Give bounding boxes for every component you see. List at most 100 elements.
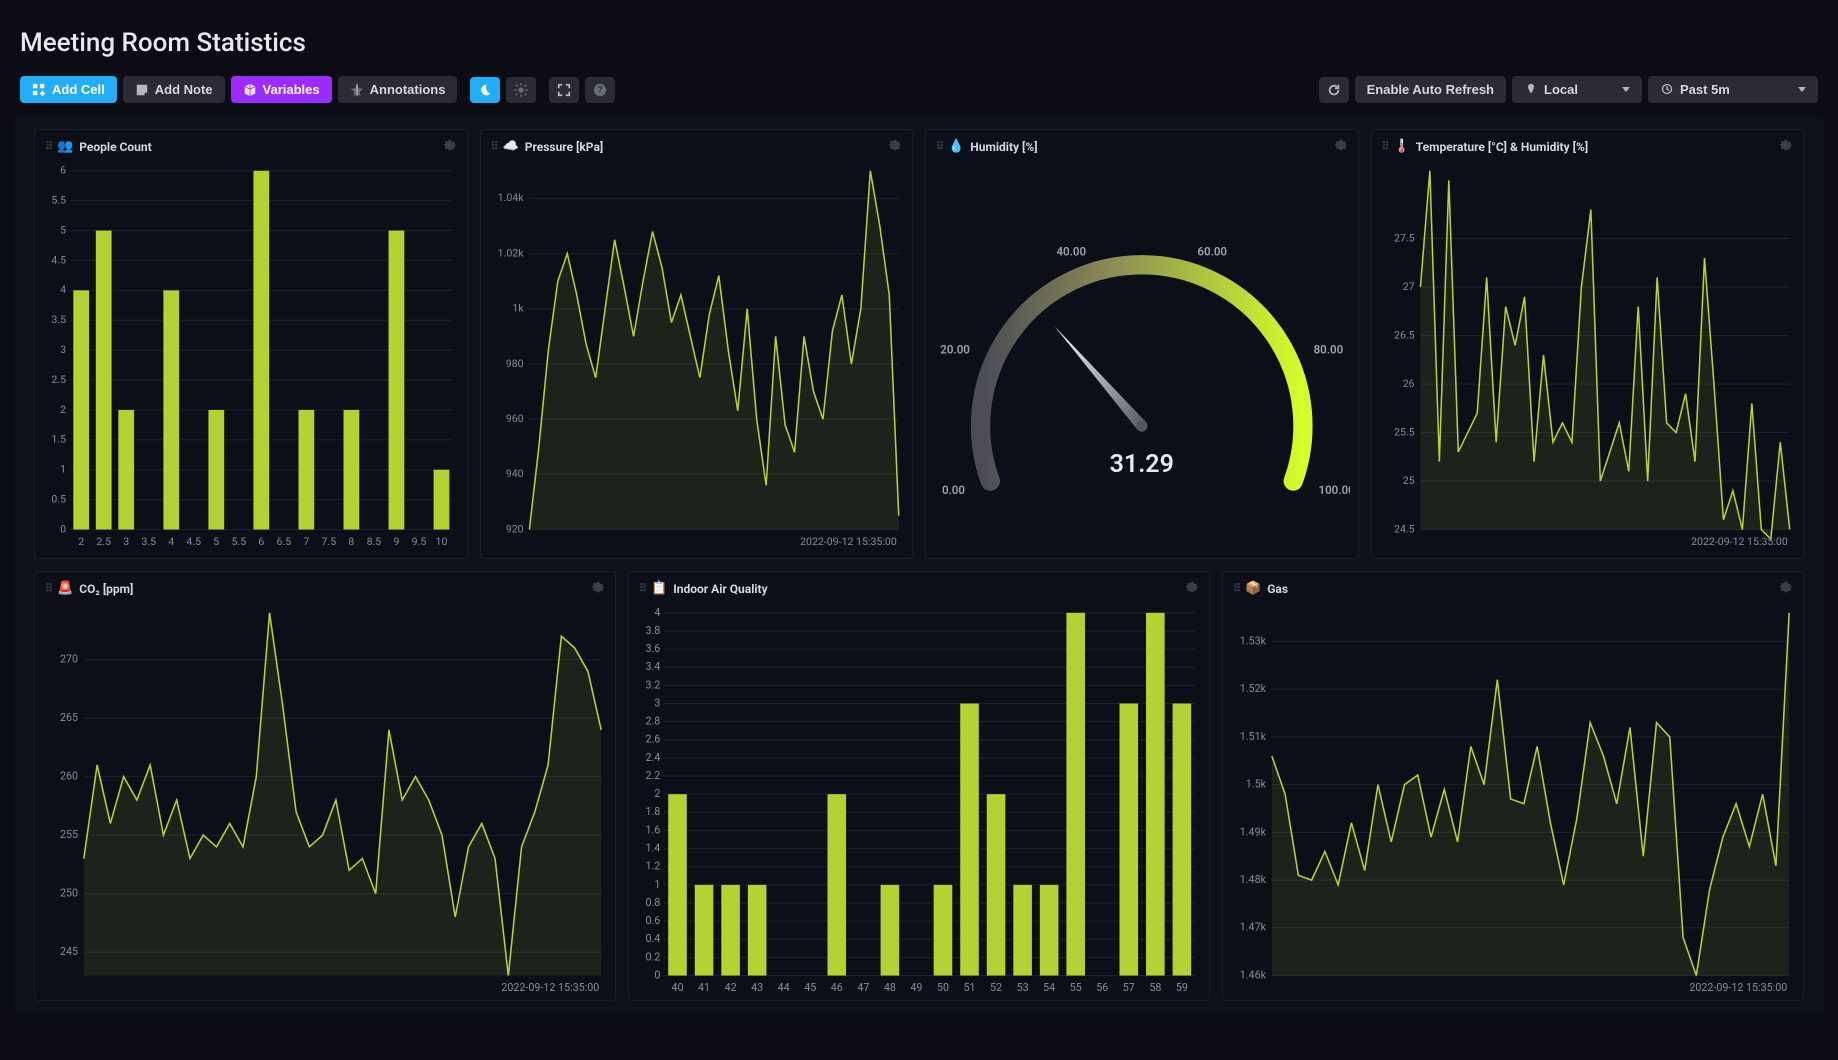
cell-pressure: ⠿ ☁️ Pressure [kPa] 9209409609801k1.02k1…	[480, 129, 914, 559]
chart-temperature[interactable]: 24.52525.52626.52727.52022-09-12 15:35:0…	[1372, 159, 1804, 559]
svg-text:56: 56	[1096, 981, 1108, 994]
svg-text:1: 1	[654, 878, 660, 891]
svg-text:1.52k: 1.52k	[1240, 682, 1267, 695]
svg-text:8: 8	[348, 535, 354, 548]
svg-text:51: 51	[964, 981, 976, 994]
toolbar-left: Add Cell Add Note Variables Annotations	[20, 76, 615, 103]
gear-icon[interactable]	[888, 138, 902, 155]
svg-text:6.5: 6.5	[277, 535, 292, 548]
cell-title: Humidity [%]	[970, 140, 1037, 154]
svg-text:40: 40	[671, 981, 683, 994]
svg-text:48: 48	[884, 981, 896, 994]
page-title: Meeting Room Statistics	[0, 0, 1838, 72]
cell-header: ⠿ 🌡️ Temperature [°C] & Humidity [%]	[1372, 130, 1804, 159]
timezone-dropdown[interactable]: Local	[1512, 76, 1642, 103]
svg-text:1.6: 1.6	[645, 823, 660, 836]
svg-text:31.29: 31.29	[1110, 450, 1174, 479]
svg-text:1.47k: 1.47k	[1240, 921, 1267, 934]
svg-text:2: 2	[60, 403, 66, 416]
svg-text:920: 920	[505, 522, 523, 535]
drag-handle-icon[interactable]: ⠿	[1233, 582, 1239, 595]
svg-text:20.00: 20.00	[940, 342, 970, 356]
svg-text:44: 44	[778, 981, 790, 994]
svg-text:1: 1	[60, 463, 66, 476]
svg-text:3.8: 3.8	[645, 624, 660, 637]
gear-icon[interactable]	[591, 580, 605, 597]
svg-text:54: 54	[1043, 981, 1055, 994]
sun-icon	[514, 83, 528, 97]
svg-text:255: 255	[60, 828, 78, 841]
fullscreen-button[interactable]	[549, 77, 579, 103]
cloud-icon: ☁️	[503, 139, 519, 154]
drag-handle-icon[interactable]: ⠿	[1382, 140, 1388, 153]
chart-pressure[interactable]: 9209409609801k1.02k1.04k2022-09-12 15:35…	[481, 159, 913, 559]
grid-plus-icon	[32, 83, 46, 97]
svg-text:41: 41	[698, 981, 710, 994]
svg-text:47: 47	[857, 981, 869, 994]
svg-text:58: 58	[1149, 981, 1161, 994]
gear-icon[interactable]	[443, 138, 457, 155]
svg-text:245: 245	[60, 945, 78, 958]
chevron-down-icon	[1622, 87, 1630, 92]
drag-handle-icon[interactable]: ⠿	[45, 582, 51, 595]
annotations-button[interactable]: Annotations	[338, 76, 458, 103]
expand-icon	[557, 83, 571, 97]
chart-co2[interactable]: 2452502552602652702022-09-12 15:35:00	[35, 601, 615, 1001]
drag-handle-icon[interactable]: ⠿	[45, 140, 51, 153]
dark-mode-button[interactable]	[470, 77, 500, 103]
svg-text:980: 980	[505, 357, 523, 370]
svg-text:4: 4	[654, 606, 660, 619]
cell-humidity: ⠿ 💧 Humidity [%] 0.0020.0040.0060.0080.0…	[925, 129, 1359, 559]
gear-icon[interactable]	[1779, 138, 1793, 155]
drag-handle-icon[interactable]: ⠿	[491, 140, 497, 153]
svg-text:2.5: 2.5	[51, 373, 66, 386]
add-cell-button[interactable]: Add Cell	[20, 76, 117, 103]
svg-text:0: 0	[654, 968, 660, 981]
variables-button[interactable]: Variables	[231, 76, 332, 103]
svg-text:55: 55	[1070, 981, 1082, 994]
svg-text:2.2: 2.2	[645, 769, 660, 782]
chart-humidity[interactable]: 0.0020.0040.0060.0080.00100.0031.29	[926, 159, 1358, 559]
svg-text:10: 10	[436, 535, 448, 548]
cell-header: ⠿ 📋 Indoor Air Quality	[629, 572, 1209, 601]
svg-text:52: 52	[990, 981, 1002, 994]
add-cell-label: Add Cell	[52, 82, 105, 97]
cell-header: ⠿ 🚨 CO₂ [ppm]	[35, 572, 615, 601]
svg-text:940: 940	[505, 467, 523, 480]
chart-iaq[interactable]: 00.20.40.60.811.21.41.61.822.22.42.62.83…	[629, 601, 1209, 1001]
svg-text:0.00: 0.00	[942, 483, 965, 497]
auto-refresh-button[interactable]: Enable Auto Refresh	[1355, 76, 1506, 103]
add-note-button[interactable]: Add Note	[123, 76, 225, 103]
svg-text:1.8: 1.8	[645, 805, 660, 818]
drag-handle-icon[interactable]: ⠿	[936, 140, 942, 153]
svg-text:1.2: 1.2	[645, 860, 660, 873]
svg-text:2022-09-12 15:35:00: 2022-09-12 15:35:00	[800, 535, 897, 548]
svg-text:43: 43	[751, 981, 763, 994]
cell-co2: ⠿ 🚨 CO₂ [ppm] 2452502552602652702022-09-…	[34, 571, 616, 1001]
svg-text:1.02k: 1.02k	[497, 246, 524, 259]
toolbar: Add Cell Add Note Variables Annotations	[0, 72, 1838, 117]
svg-text:3: 3	[654, 696, 660, 709]
add-note-label: Add Note	[155, 82, 213, 97]
thermometer-icon: 🌡️	[1394, 139, 1410, 154]
gear-icon[interactable]	[1185, 580, 1199, 597]
help-button[interactable]: ?	[585, 77, 615, 103]
gear-icon[interactable]	[1334, 138, 1348, 155]
svg-text:250: 250	[60, 887, 78, 900]
chart-gas[interactable]: 1.46k1.47k1.48k1.49k1.5k1.51k1.52k1.53k2…	[1223, 601, 1803, 1001]
droplet-icon: 💧	[948, 139, 964, 154]
drag-handle-icon[interactable]: ⠿	[639, 582, 645, 595]
chevron-down-icon	[1798, 87, 1806, 92]
svg-text:2022-09-12 15:35:00: 2022-09-12 15:35:00	[501, 981, 599, 994]
light-mode-button[interactable]	[506, 77, 536, 103]
separator	[542, 78, 543, 102]
question-icon: ?	[593, 83, 607, 97]
svg-text:3.6: 3.6	[645, 642, 660, 655]
gear-icon[interactable]	[1779, 580, 1793, 597]
refresh-button[interactable]	[1319, 77, 1349, 103]
chart-people[interactable]: 00.511.522.533.544.555.5622.533.544.555.…	[35, 159, 467, 559]
timerange-dropdown[interactable]: Past 5m	[1648, 76, 1818, 103]
cell-title: Temperature [°C] & Humidity [%]	[1416, 140, 1588, 154]
svg-text:0.8: 0.8	[645, 896, 660, 909]
svg-text:3.5: 3.5	[51, 313, 66, 326]
